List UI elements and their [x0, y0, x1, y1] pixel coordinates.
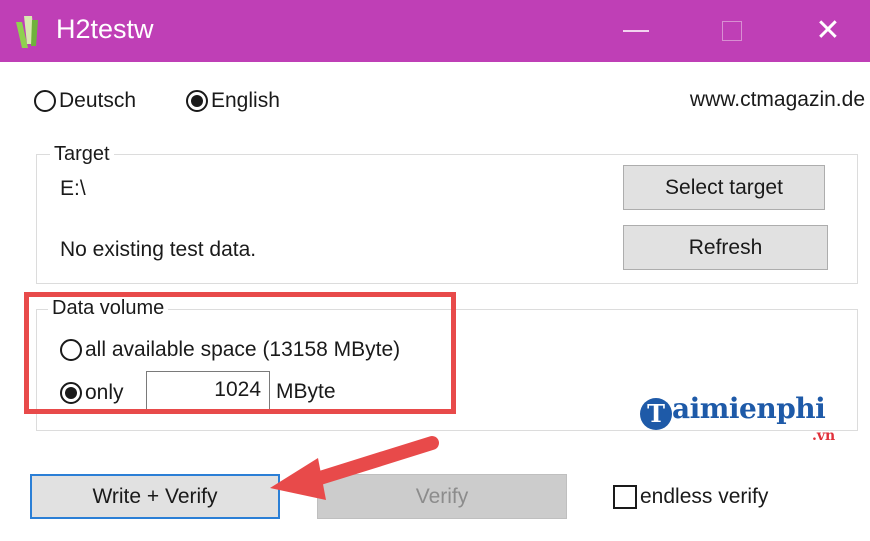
- radio-circle[interactable]: [186, 90, 208, 112]
- refresh-button[interactable]: Refresh: [623, 225, 828, 270]
- watermark-suffix: .vn: [812, 428, 836, 444]
- radio-english-label: English: [211, 89, 280, 112]
- write-verify-button[interactable]: Write + Verify: [30, 474, 280, 519]
- website-link[interactable]: www.ctmagazin.de: [690, 88, 865, 112]
- minimize-icon: [623, 30, 649, 32]
- watermark-logo: T aimienphi: [640, 392, 826, 430]
- maximize-button[interactable]: [684, 0, 780, 62]
- endless-verify-label: endless verify: [640, 485, 769, 508]
- app-icon: [16, 16, 38, 48]
- verify-button[interactable]: Verify: [317, 474, 567, 519]
- close-icon: ✕: [815, 13, 841, 48]
- checkbox-box[interactable]: [613, 485, 637, 509]
- window-title: H2testw: [56, 14, 154, 44]
- title-bar[interactable]: H2testw ✕: [0, 0, 870, 62]
- target-group-label: Target: [50, 143, 114, 166]
- radio-deutsch-label: Deutsch: [59, 89, 137, 112]
- watermark-t-icon: T: [640, 397, 672, 430]
- minimize-button[interactable]: [588, 0, 684, 62]
- target-path: E:\: [60, 177, 86, 200]
- close-button[interactable]: ✕: [780, 0, 870, 62]
- maximize-icon: [722, 21, 742, 41]
- radio-dot: [191, 95, 203, 107]
- radio-english[interactable]: English: [186, 89, 280, 113]
- target-status: No existing test data.: [60, 238, 257, 261]
- radio-circle[interactable]: [34, 90, 56, 112]
- radio-deutsch[interactable]: Deutsch: [34, 89, 136, 113]
- endless-verify-checkbox[interactable]: endless verify: [613, 485, 768, 509]
- watermark-word: aimienphi: [672, 392, 826, 425]
- select-target-button[interactable]: Select target: [623, 165, 825, 210]
- highlight-box: [24, 292, 456, 414]
